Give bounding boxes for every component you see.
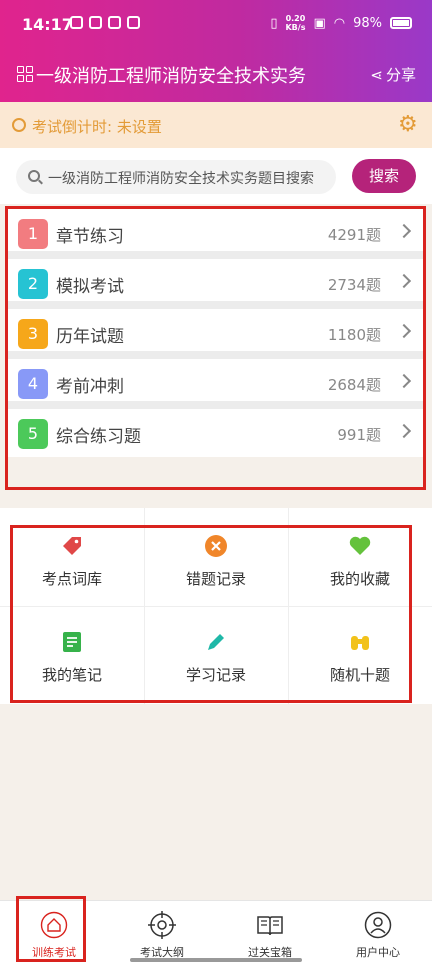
app-header: 一级消防工程师消防安全技术实务 ⋖ 分享: [0, 50, 432, 102]
share-label: 分享: [385, 66, 416, 84]
sim-icon: ▣: [313, 15, 326, 31]
countdown-text: 考试倒计时: 未设置: [32, 118, 162, 136]
sync-notification-icon: [127, 16, 140, 29]
highlight-box-tab: [16, 896, 86, 962]
share-icon: ⋖: [370, 65, 383, 84]
status-right: ▯ 0.20 KB/s ▣ ◠ 98%: [270, 14, 412, 32]
vibrate-icon: ▯: [270, 15, 278, 31]
gesture-bar: [130, 958, 302, 962]
highlight-box-tools: [10, 525, 412, 703]
gear-icon[interactable]: ⚙: [398, 114, 420, 136]
network-speed: 0.20 KB/s: [285, 14, 306, 32]
tab-label: 用户中心: [356, 946, 400, 959]
app-notification-icon: [70, 16, 83, 29]
status-time: 14:17: [22, 15, 73, 34]
share-button[interactable]: ⋖ 分享: [370, 64, 416, 85]
search-row: 一级消防工程师消防安全技术实务题目搜索 搜索: [0, 148, 432, 204]
target-icon: [148, 911, 176, 939]
grid-menu-icon[interactable]: [17, 66, 33, 82]
tab-exam-outline[interactable]: 考试大纲: [108, 901, 216, 964]
battery-icon: [390, 17, 412, 29]
clock-icon: [12, 118, 26, 132]
search-icon: [28, 170, 40, 182]
exam-countdown-bar[interactable]: 考试倒计时: 未设置 ⚙: [0, 102, 432, 148]
page-title: 一级消防工程师消防安全技术实务: [36, 66, 306, 87]
highlight-box-list: [5, 206, 426, 490]
tiktok-notification-icon: [89, 16, 102, 29]
search-placeholder: 一级消防工程师消防安全技术实务题目搜索: [48, 171, 314, 187]
search-button[interactable]: 搜索: [352, 159, 416, 193]
search-input[interactable]: 一级消防工程师消防安全技术实务题目搜索: [16, 160, 336, 194]
notification-icons: [70, 16, 140, 29]
tab-treasure-box[interactable]: 过关宝箱: [216, 901, 324, 964]
user-icon: [364, 911, 392, 939]
battery-percent: 98%: [353, 15, 382, 31]
status-bar: 14:17 ▯ 0.20 KB/s ▣ ◠ 98%: [0, 0, 432, 50]
tab-user-center[interactable]: 用户中心: [324, 901, 432, 964]
wifi-icon: ◠: [333, 15, 346, 31]
crown-notification-icon: [108, 16, 121, 29]
book-icon: [257, 916, 283, 936]
